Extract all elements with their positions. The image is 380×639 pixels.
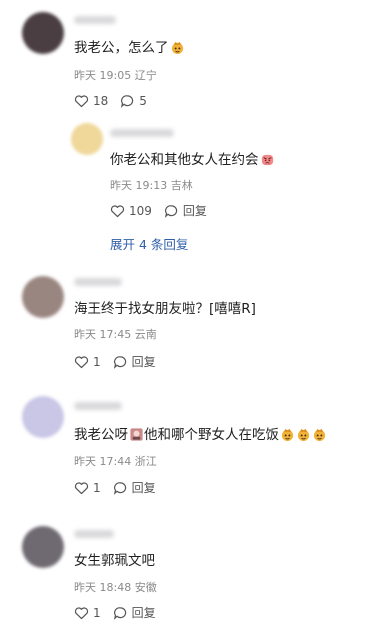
like-button[interactable]: 1	[74, 355, 101, 369]
like-button[interactable]: 109	[110, 204, 152, 218]
face-emoji-icon	[313, 428, 326, 442]
username-blurred[interactable]	[74, 530, 114, 538]
comment-item: 女生郭珮文吧 昨天 18:48 安徽 1 回复	[0, 516, 380, 636]
comment-item: 我老公，怎么了 昨天 19:05 辽宁 18 5	[0, 0, 380, 125]
comment-text: 我老公，怎么了	[74, 39, 185, 57]
reply-button[interactable]: 回复	[113, 479, 156, 496]
like-button[interactable]: 1	[74, 481, 101, 495]
comment-meta: 昨天 17:44 浙江	[74, 455, 157, 468]
chat-bubble-icon	[113, 481, 126, 495]
username-blurred[interactable]	[74, 278, 122, 286]
avatar[interactable]	[71, 123, 103, 155]
like-button[interactable]: 18	[74, 94, 108, 108]
chat-bubble-icon	[121, 95, 134, 108]
reply-button[interactable]: 回复	[113, 353, 156, 370]
reply-meta: 昨天 19:13 吉林	[110, 179, 193, 192]
reply-button[interactable]: 回复	[113, 604, 156, 621]
comment-item: 我老公呀 他和哪个野女人在吃饭 昨天 17:44 浙江 1 回复	[0, 388, 380, 508]
avatar[interactable]	[22, 12, 64, 54]
chat-bubble-icon	[164, 204, 178, 218]
comment-actions: 1 回复	[74, 353, 168, 370]
avatar[interactable]	[22, 526, 64, 568]
comment-text: 海王终于找女朋友啦？[嘻嘻R]	[74, 301, 256, 317]
reply-button[interactable]: 5	[120, 94, 147, 108]
comment-item: 海王终于找女朋友啦？[嘻嘻R] 昨天 17:45 云南 1 回复	[0, 262, 380, 382]
heart-icon	[74, 355, 89, 368]
reply-actions: 109 回复	[110, 202, 219, 219]
chat-bubble-icon	[113, 606, 126, 620]
face-emoji-icon	[171, 41, 183, 55]
heart-icon	[110, 204, 125, 217]
reply-button[interactable]: 回复	[164, 202, 207, 219]
comment-text: 女生郭珮文吧	[74, 553, 155, 569]
comment-meta: 昨天 19:05 辽宁	[74, 69, 157, 82]
username-blurred[interactable]	[74, 16, 116, 24]
face-emoji-icon	[281, 428, 294, 442]
reply-text: 你老公和其他女人在约会	[110, 151, 275, 169]
reply-item: 你老公和其他女人在约会 昨天 19:13 吉林 109 回复 展开 4 条回复	[0, 120, 380, 260]
comment-actions: 1 回复	[74, 479, 168, 496]
avatar[interactable]	[22, 396, 64, 438]
heart-icon	[74, 481, 89, 494]
username-blurred[interactable]	[74, 402, 122, 410]
heart-icon	[74, 95, 89, 108]
comment-meta: 昨天 17:45 云南	[74, 328, 157, 341]
comment-actions: 18 5	[74, 94, 159, 108]
expand-replies-link[interactable]: 展开 4 条回复	[110, 234, 188, 253]
avatar[interactable]	[22, 276, 64, 318]
chat-bubble-icon	[113, 355, 126, 369]
like-button[interactable]: 1	[74, 606, 101, 620]
sticker-emoji-icon	[130, 428, 143, 441]
comment-meta: 昨天 18:48 安徽	[74, 581, 157, 594]
heart-icon	[74, 606, 89, 619]
angry-emoji-icon	[261, 154, 273, 166]
username-blurred[interactable]	[110, 129, 174, 137]
face-emoji-icon	[297, 428, 310, 442]
comment-text: 我老公呀 他和哪个野女人在吃饭	[74, 426, 327, 444]
comment-actions: 1 回复	[74, 604, 168, 621]
